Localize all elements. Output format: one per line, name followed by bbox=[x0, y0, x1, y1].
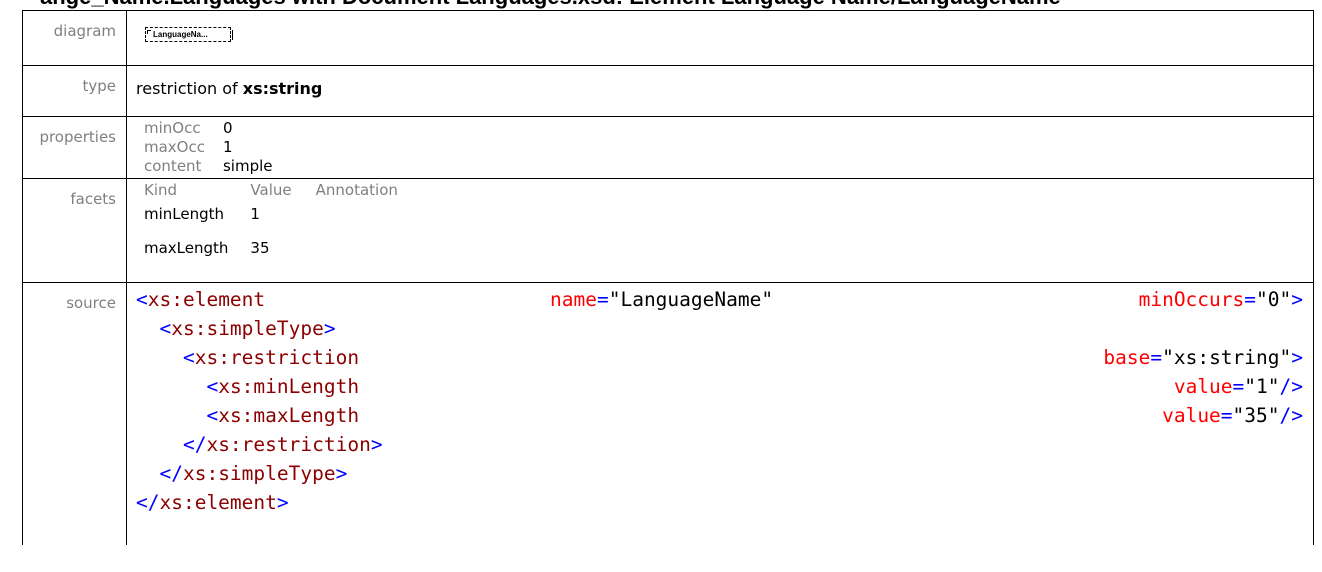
facets-label: facets bbox=[22, 178, 127, 283]
facets-header-annotation: Annotation bbox=[315, 181, 398, 199]
facets-table: Kind Value Annotation minLength 1 maxLen… bbox=[144, 181, 422, 259]
facets-row: facets Kind Value Annotation minLength 1… bbox=[22, 178, 1314, 283]
facets-header-row: Kind Value Annotation bbox=[144, 181, 422, 199]
properties-row: properties minOcc 0 maxOcc 1 content sim… bbox=[22, 116, 1314, 179]
type-prefix: restriction of bbox=[136, 79, 243, 98]
property-key: maxOcc bbox=[144, 138, 205, 156]
type-value: restriction of xs:string bbox=[136, 66, 1313, 98]
code-line: <xs:maxLength value="35"/> bbox=[206, 404, 1303, 427]
code-line: </xs:restriction> bbox=[182, 433, 383, 456]
facet-row: minLength 1 bbox=[144, 199, 422, 225]
type-base-link[interactable]: xs:string bbox=[243, 79, 323, 98]
code-line: <xs:minLength value="1"/> bbox=[206, 375, 1303, 398]
property-value: simple bbox=[222, 157, 273, 175]
property-row: content simple bbox=[144, 157, 273, 176]
code-line: <xs:restriction base="xs:string"> bbox=[182, 346, 1303, 369]
diagram-label: diagram bbox=[22, 10, 127, 66]
properties-table: minOcc 0 maxOcc 1 content simple bbox=[144, 119, 273, 176]
code-line: </xs:simpleType> bbox=[159, 462, 348, 485]
facet-kind: maxLength bbox=[144, 239, 229, 257]
property-value: 0 bbox=[222, 119, 233, 137]
code-line: <xs:element name="LanguageName" minOccurs=… bbox=[136, 288, 1303, 311]
property-key: minOcc bbox=[144, 119, 201, 137]
type-label: type bbox=[22, 65, 127, 117]
facet-value: 35 bbox=[250, 239, 270, 257]
code-line: </xs:element> bbox=[136, 491, 289, 514]
facets-header-value: Value bbox=[250, 181, 292, 199]
element-diagram-text: LanguageNa... bbox=[153, 30, 208, 39]
facet-row: maxLength 35 bbox=[144, 225, 422, 259]
type-row: type restriction of xs:string bbox=[22, 65, 1314, 117]
facet-value: 1 bbox=[250, 205, 260, 223]
code-line: <xs:simpleType> bbox=[159, 317, 336, 340]
property-key: content bbox=[144, 157, 202, 175]
facets-header-kind: Kind bbox=[144, 181, 178, 199]
source-row: source <xs:element name="LanguageName" min… bbox=[22, 282, 1314, 545]
page-heading: ange_Name.Languages with Document Langua… bbox=[40, 0, 1061, 10]
source-code: <xs:element name="LanguageName" minOccurs=… bbox=[136, 283, 1313, 517]
diagram-row: diagram LanguageNa... bbox=[22, 10, 1314, 66]
element-doc-table: diagram LanguageNa... type restriction o… bbox=[22, 10, 1314, 545]
property-value: 1 bbox=[222, 138, 233, 156]
properties-label: properties bbox=[22, 116, 127, 179]
facet-kind: minLength bbox=[144, 205, 225, 223]
element-diagram-box[interactable]: LanguageNa... bbox=[145, 27, 233, 42]
property-row: minOcc 0 bbox=[144, 119, 273, 138]
property-row: maxOcc 1 bbox=[144, 138, 273, 157]
source-label: source bbox=[22, 282, 127, 545]
